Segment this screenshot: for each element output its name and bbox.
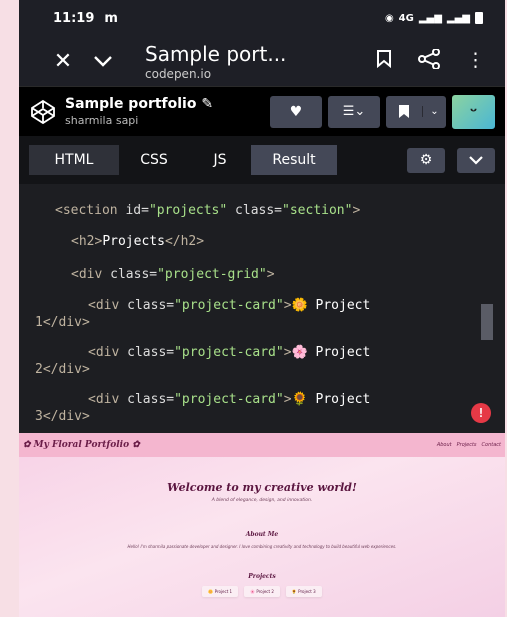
share-icon[interactable] <box>418 47 440 74</box>
collapse-button[interactable] <box>457 147 495 173</box>
code-line-card3: <div class="project-card">🌻 Project <box>88 392 371 407</box>
network-type: 4G <box>398 12 414 24</box>
preview-link-projects[interactable]: Projects <box>457 442 477 448</box>
preview-project-card[interactable]: 🌼 Project 1 <box>202 586 239 597</box>
preview-about: About Me Hello! I'm sharmila passionate … <box>19 531 505 549</box>
code-line-h2: <h2>Projects</h2> <box>71 234 205 249</box>
gear-icon: ⚙ <box>419 152 433 168</box>
tab-html[interactable]: HTML <box>29 145 119 175</box>
result-preview: ✿ My Floral Portfolio ✿ About Projects C… <box>19 433 505 617</box>
signal-icon-2: ▂▄▆ <box>446 12 470 24</box>
tab-css[interactable]: CSS <box>119 145 189 175</box>
browser-toolbar: ✕ Sample port... codepen.io ⋮ <box>19 36 505 86</box>
preview-project-card[interactable]: 🌸 Project 2 <box>244 586 280 597</box>
chevron-down-icon <box>469 156 483 165</box>
error-badge[interactable]: ! <box>471 403 491 423</box>
save-options-chevron-icon[interactable]: ⌄ <box>422 106 446 117</box>
preview-hero-subtitle: A blend of elegance, design, and innovat… <box>211 498 313 503</box>
status-time: 11:19 <box>53 10 95 26</box>
code-line-card3-end: 3</div> <box>35 409 90 424</box>
editor-tabs: HTML CSS JS Result ⚙ <box>19 136 505 184</box>
pen-name: Sample portfolio <box>65 96 197 112</box>
preview-hero-title: Welcome to my creative world! <box>167 481 357 494</box>
preview-about-title: About Me <box>245 531 279 538</box>
view-layout-button[interactable]: ☰⌄ <box>328 95 380 128</box>
editor-scrollbar[interactable] <box>481 304 493 340</box>
code-line-card2: <div class="project-card">🌸 Project <box>88 345 371 360</box>
preview-projects-title: Projects <box>248 573 276 580</box>
preview-navbar: ✿ My Floral Portfolio ✿ About Projects C… <box>19 433 505 457</box>
pen-author[interactable]: sharmila sapi <box>65 114 264 127</box>
preview-hero: Welcome to my creative world! A blend of… <box>19 481 505 503</box>
page-url: codepen.io <box>145 66 212 81</box>
preview-brand: ✿ My Floral Portfolio ✿ <box>23 440 140 450</box>
tab-result[interactable]: Result <box>251 145 337 175</box>
chevron-down-icon[interactable] <box>83 55 123 67</box>
battery-icon <box>475 12 483 24</box>
page-title: Sample port... <box>145 41 287 66</box>
heart-icon: ♥ <box>289 103 303 120</box>
preview-link-contact[interactable]: Contact <box>482 442 501 448</box>
preview-link-about[interactable]: About <box>437 442 452 448</box>
code-line-card1-end: 1</div> <box>35 315 90 330</box>
page-title-box[interactable]: Sample port... codepen.io <box>123 42 376 81</box>
signal-icon: ▂▄▆ <box>418 12 442 24</box>
code-line-grid: <div class="project-grid"> <box>71 267 275 282</box>
carrier-icon: m <box>104 10 118 26</box>
preview-project-card[interactable]: 🌻 Project 3 <box>285 586 322 597</box>
tab-js[interactable]: JS <box>189 145 251 175</box>
codepen-logo-icon[interactable] <box>29 98 57 126</box>
hotspot-icon: ◉ <box>384 12 394 24</box>
layout-icon: ☰⌄ <box>342 104 366 119</box>
like-button[interactable]: ♥ <box>270 95 322 128</box>
preview-about-text: Hello! I'm sharmila passionate developer… <box>127 544 397 549</box>
more-icon[interactable]: ⋮ <box>466 49 485 74</box>
bookmark-icon[interactable] <box>376 49 392 74</box>
pen-title-block: Sample portfolio ✎ sharmila sapi <box>65 96 264 127</box>
code-editor[interactable]: <section id="projects" class="section"> … <box>19 184 505 433</box>
code-line-card2-end: 2</div> <box>35 362 90 377</box>
pencil-icon[interactable]: ✎ <box>201 96 213 112</box>
avatar[interactable]: ᵕ <box>452 94 495 129</box>
status-bar: 11:19 m ◉ 4G ▂▄▆ ▂▄▆ <box>19 0 505 36</box>
settings-button[interactable]: ⚙ <box>407 147 445 173</box>
phone-screen: 11:19 m ◉ 4G ▂▄▆ ▂▄▆ ✕ Sample port... co… <box>19 0 505 617</box>
preview-projects: Projects 🌼 Project 1 🌸 Project 2 🌻 Proje… <box>19 573 505 597</box>
bookmark-save-icon[interactable] <box>386 104 422 119</box>
code-line-section: <section id="projects" class="section"> <box>55 203 361 218</box>
code-line-card1: <div class="project-card">🌼 Project <box>88 298 371 313</box>
save-button-group: ⌄ <box>386 95 446 128</box>
pen-header: Sample portfolio ✎ sharmila sapi ♥ ☰⌄ ⌄ … <box>19 86 505 136</box>
close-icon[interactable]: ✕ <box>43 49 83 74</box>
